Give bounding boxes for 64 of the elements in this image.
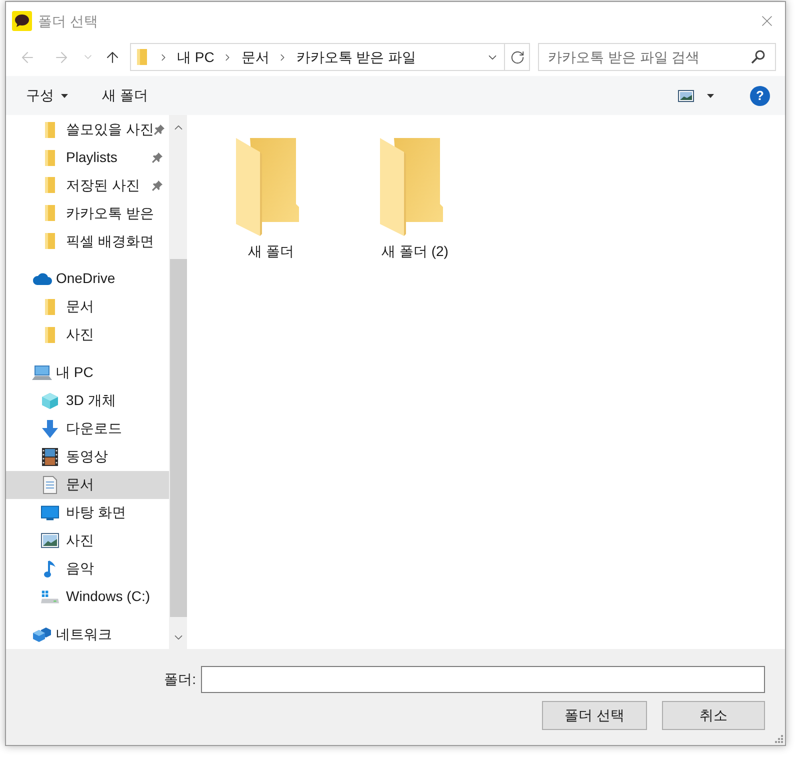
nav-item[interactable]: Windows (C:) — [6, 582, 169, 611]
cube-icon — [41, 392, 59, 410]
search-icon[interactable] — [751, 50, 765, 64]
network-icon — [32, 626, 52, 643]
folder-item[interactable]: 새 폴더 (2) — [365, 135, 465, 265]
scrollbar-thumb[interactable] — [170, 259, 186, 617]
folder-icon — [45, 298, 55, 315]
caret-icon[interactable] — [707, 94, 714, 98]
nav-item[interactable]: 쓸모있을 사진 — [6, 116, 169, 144]
picture-icon[interactable] — [678, 90, 694, 102]
folder-icon — [137, 49, 147, 65]
folder-icon — [45, 205, 55, 222]
drive-icon — [41, 590, 59, 604]
nav-item[interactable]: 네트워크 — [6, 620, 169, 649]
select-folder-button[interactable]: 폴더 선택 — [542, 701, 647, 730]
nav-item[interactable]: 3D 개체 — [6, 386, 169, 415]
breadcrumb[interactable]: 문서 — [238, 45, 272, 69]
nav-item[interactable]: 다운로드 — [6, 414, 169, 443]
folder-label: 폴더: — [163, 670, 196, 689]
pin-icon[interactable] — [152, 180, 163, 191]
nav-item[interactable]: 바탕 화면 — [6, 498, 169, 527]
document-icon — [43, 476, 57, 494]
nav-item[interactable]: 동영상 — [6, 442, 169, 471]
film-icon — [42, 448, 58, 466]
caret-icon — [61, 94, 68, 98]
nav-item[interactable]: 사진 — [6, 320, 169, 349]
folder-name-field[interactable] — [201, 666, 765, 693]
music-note-icon — [44, 560, 56, 578]
nav-item[interactable]: 내 PC — [6, 358, 169, 387]
search-field[interactable]: 카카오톡 받은 파일 검색 — [538, 43, 776, 71]
resize-grip-icon[interactable] — [773, 733, 783, 743]
cloud-icon — [32, 272, 52, 286]
nav-item[interactable]: 사진 — [6, 526, 169, 555]
monitor-icon — [41, 504, 59, 521]
folder-icon — [45, 177, 55, 194]
down-arrow-icon — [42, 420, 58, 438]
nav-item[interactable]: 픽셀 배경화면 — [6, 227, 169, 255]
nav-item[interactable]: 저장된 사진 — [6, 172, 169, 200]
breadcrumb[interactable]: 내 PC — [174, 45, 218, 69]
nav-item[interactable]: 문서 — [6, 292, 169, 321]
folder-icon — [45, 122, 55, 138]
nav-item[interactable]: 카카오톡 받은 — [6, 199, 169, 228]
help-button[interactable]: ? — [750, 86, 770, 106]
nav-item[interactable]: 문서 — [6, 470, 169, 499]
folder-icon — [45, 233, 55, 250]
nav-item[interactable]: Playlists — [6, 144, 169, 172]
scrollbar[interactable] — [169, 115, 187, 649]
pin-icon[interactable] — [152, 152, 163, 164]
address-bar[interactable]: 내 PC 문서 카카오톡 받은 파일 — [130, 43, 530, 71]
breadcrumb[interactable]: 카카오톡 받은 파일 — [293, 45, 420, 69]
refresh-icon[interactable] — [510, 50, 524, 64]
folder-item[interactable]: 새 폴더 — [221, 135, 321, 265]
window-title: 폴더 선택 — [38, 12, 98, 30]
cancel-button[interactable]: 취소 — [662, 701, 765, 730]
chat-bubble-icon — [12, 11, 32, 31]
picture-icon — [41, 533, 59, 548]
organize-button[interactable]: 구성 — [20, 82, 74, 110]
folder-icon — [45, 150, 55, 166]
nav-item[interactable]: 음악 — [6, 554, 169, 583]
folder-icon — [45, 326, 55, 343]
nav-item[interactable]: OneDrive — [6, 264, 169, 293]
pin-icon[interactable] — [154, 124, 165, 136]
new-folder-button[interactable]: 새 폴더 — [96, 82, 154, 110]
laptop-icon — [32, 365, 52, 380]
